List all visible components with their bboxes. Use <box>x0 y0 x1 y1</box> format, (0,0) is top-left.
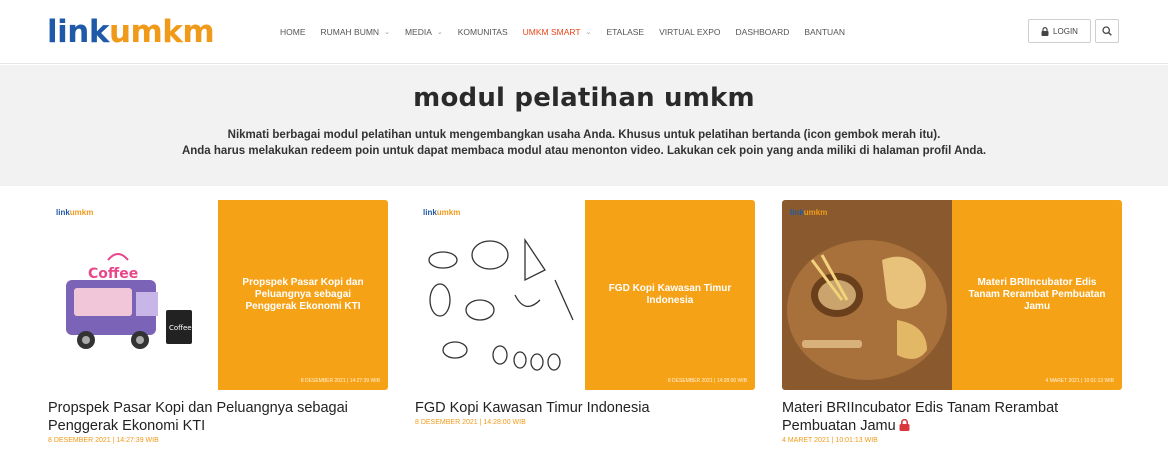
module-thumbnail[interactable]: Coffee Coffee linkumkm Propspek Pasar Ko… <box>48 200 388 390</box>
thumbnail-caption-panel: FGD Kopi Kawasan Timur Indonesia <box>585 200 755 390</box>
nav-label: DASHBOARD <box>735 27 790 37</box>
page-intro: modul pelatihan umkm Nikmati berbagai mo… <box>0 65 1168 186</box>
nav-bantuan[interactable]: BANTUAN <box>804 27 845 37</box>
thumbnail-illustration: Coffee Coffee <box>48 200 218 390</box>
login-button[interactable]: LOGIN <box>1028 19 1091 43</box>
module-date: 4 MARET 2021 | 10:01:13 WIB <box>782 437 878 444</box>
thumbnail-logo: linkumkm <box>56 208 93 217</box>
ginger-herbs-photo <box>787 240 947 380</box>
nav-komunitas[interactable]: KOMUNITAS <box>458 27 508 37</box>
nav-label: KOMUNITAS <box>457 27 508 37</box>
thumbnail-logo-part1: link <box>56 208 70 217</box>
thumbnail-date: 8 DESEMBER 2021 | 14:27:39 WIB <box>300 378 380 384</box>
nav-label: RUMAH BUMN <box>320 27 380 37</box>
lock-icon <box>1041 26 1049 36</box>
nav-label: ETALASE <box>606 27 645 37</box>
coffee-sketch-illustration <box>428 237 574 371</box>
thumbnail-logo-part2: umkm <box>436 208 461 217</box>
login-label: LOGIN <box>1053 26 1078 36</box>
search-button[interactable] <box>1095 19 1119 43</box>
module-date: 8 DESEMBER 2021 | 14:27:39 WIB <box>48 437 159 444</box>
nav-umkm-smart[interactable]: UMKM SMART ⌄ <box>523 27 592 37</box>
page-title: modul pelatihan umkm <box>413 83 755 113</box>
intro-text-line2: Anda harus melakukan redeem poin untuk d… <box>181 145 987 157</box>
module-title[interactable]: FGD Kopi Kawasan Timur Indonesia <box>415 399 755 417</box>
thumbnail-logo-part2: umkm <box>803 208 828 217</box>
svg-text:Coffee: Coffee <box>88 266 138 282</box>
thumbnail-logo-part1: link <box>423 208 437 217</box>
thumbnail-caption: FGD Kopi Kawasan Timur Indonesia <box>608 283 732 306</box>
nav-label: MEDIA <box>404 27 432 37</box>
thumbnail-illustration <box>415 200 585 390</box>
thumbnail-illustration <box>782 200 952 390</box>
search-icon <box>1102 26 1112 36</box>
thumbnail-caption-panel: Propspek Pasar Kopi dan Peluangnya sebag… <box>218 200 388 390</box>
module-date: 8 DESEMBER 2021 | 14:28:00 WIB <box>415 419 526 426</box>
module-thumbnail[interactable]: linkumkm FGD Kopi Kawasan Timur Indonesi… <box>415 200 755 390</box>
module-card[interactable]: Coffee Coffee linkumkm Propspek Pasar Ko… <box>48 200 388 444</box>
thumbnail-caption-panel: Materi BRIIncubator Edis Tanam Rerambat … <box>952 200 1122 390</box>
module-title[interactable]: Propspek Pasar Kopi dan Peluangnya sebag… <box>48 399 388 435</box>
main-nav: HOME RUMAH BUMN ⌄ MEDIA ⌄ KOMUNITAS UMKM S… <box>280 27 860 37</box>
thumbnail-caption: Materi BRIIncubator Edis Tanam Rerambat … <box>968 277 1106 312</box>
thumbnail-logo: linkumkm <box>423 208 460 217</box>
nav-home[interactable]: HOME <box>280 27 306 37</box>
module-card[interactable]: linkumkm Materi BRIIncubator Edis Tanam … <box>782 200 1122 444</box>
site-logo[interactable]: linkumkm <box>47 14 215 50</box>
chevron-down-icon: ⌄ <box>384 29 390 36</box>
chevron-down-icon: ⌄ <box>585 29 592 36</box>
module-title-text: Materi BRIIncubator Edis Tanam Rerambat … <box>782 400 1059 434</box>
module-title[interactable]: Materi BRIIncubator Edis Tanam Rerambat … <box>782 399 1122 435</box>
module-card[interactable]: linkumkm FGD Kopi Kawasan Timur Indonesi… <box>415 200 755 426</box>
nav-label: HOME <box>280 27 306 37</box>
chevron-down-icon: ⌄ <box>436 29 443 36</box>
nav-dashboard[interactable]: DASHBOARD <box>736 27 790 37</box>
nav-label: VIRTUAL EXPO <box>659 27 721 37</box>
thumbnail-date: 8 DESEMBER 2021 | 14:28:00 WIB <box>667 378 747 384</box>
lock-icon <box>899 419 910 431</box>
nav-rumah-bumn[interactable]: RUMAH BUMN ⌄ <box>321 27 390 37</box>
coffee-truck-illustration: Coffee Coffee <box>66 253 192 349</box>
thumbnail-logo-part2: umkm <box>69 208 94 217</box>
thumbnail-date: 4 MARET 2021 | 10:01:13 WIB <box>1045 378 1114 384</box>
nav-label: UMKM SMART <box>522 27 581 37</box>
nav-etalase[interactable]: ETALASE <box>606 27 644 37</box>
thumbnail-caption: Propspek Pasar Kopi dan Peluangnya sebag… <box>242 277 364 312</box>
nav-label: BANTUAN <box>804 27 845 37</box>
site-header: linkumkm HOME RUMAH BUMN ⌄ MEDIA ⌄ KOMUNIT… <box>0 0 1168 64</box>
thumbnail-logo-part1: link <box>790 208 804 217</box>
thumbnail-logo: linkumkm <box>790 208 827 217</box>
logo-part-link: link <box>47 14 109 50</box>
intro-text-line1: Nikmati berbagai modul pelatihan untuk m… <box>227 129 941 141</box>
svg-text:Coffee: Coffee <box>169 324 192 332</box>
nav-media[interactable]: MEDIA ⌄ <box>405 27 443 37</box>
logo-part-umkm: umkm <box>108 14 215 50</box>
module-thumbnail[interactable]: linkumkm Materi BRIIncubator Edis Tanam … <box>782 200 1122 390</box>
nav-virtual-expo[interactable]: VIRTUAL EXPO <box>659 27 720 37</box>
